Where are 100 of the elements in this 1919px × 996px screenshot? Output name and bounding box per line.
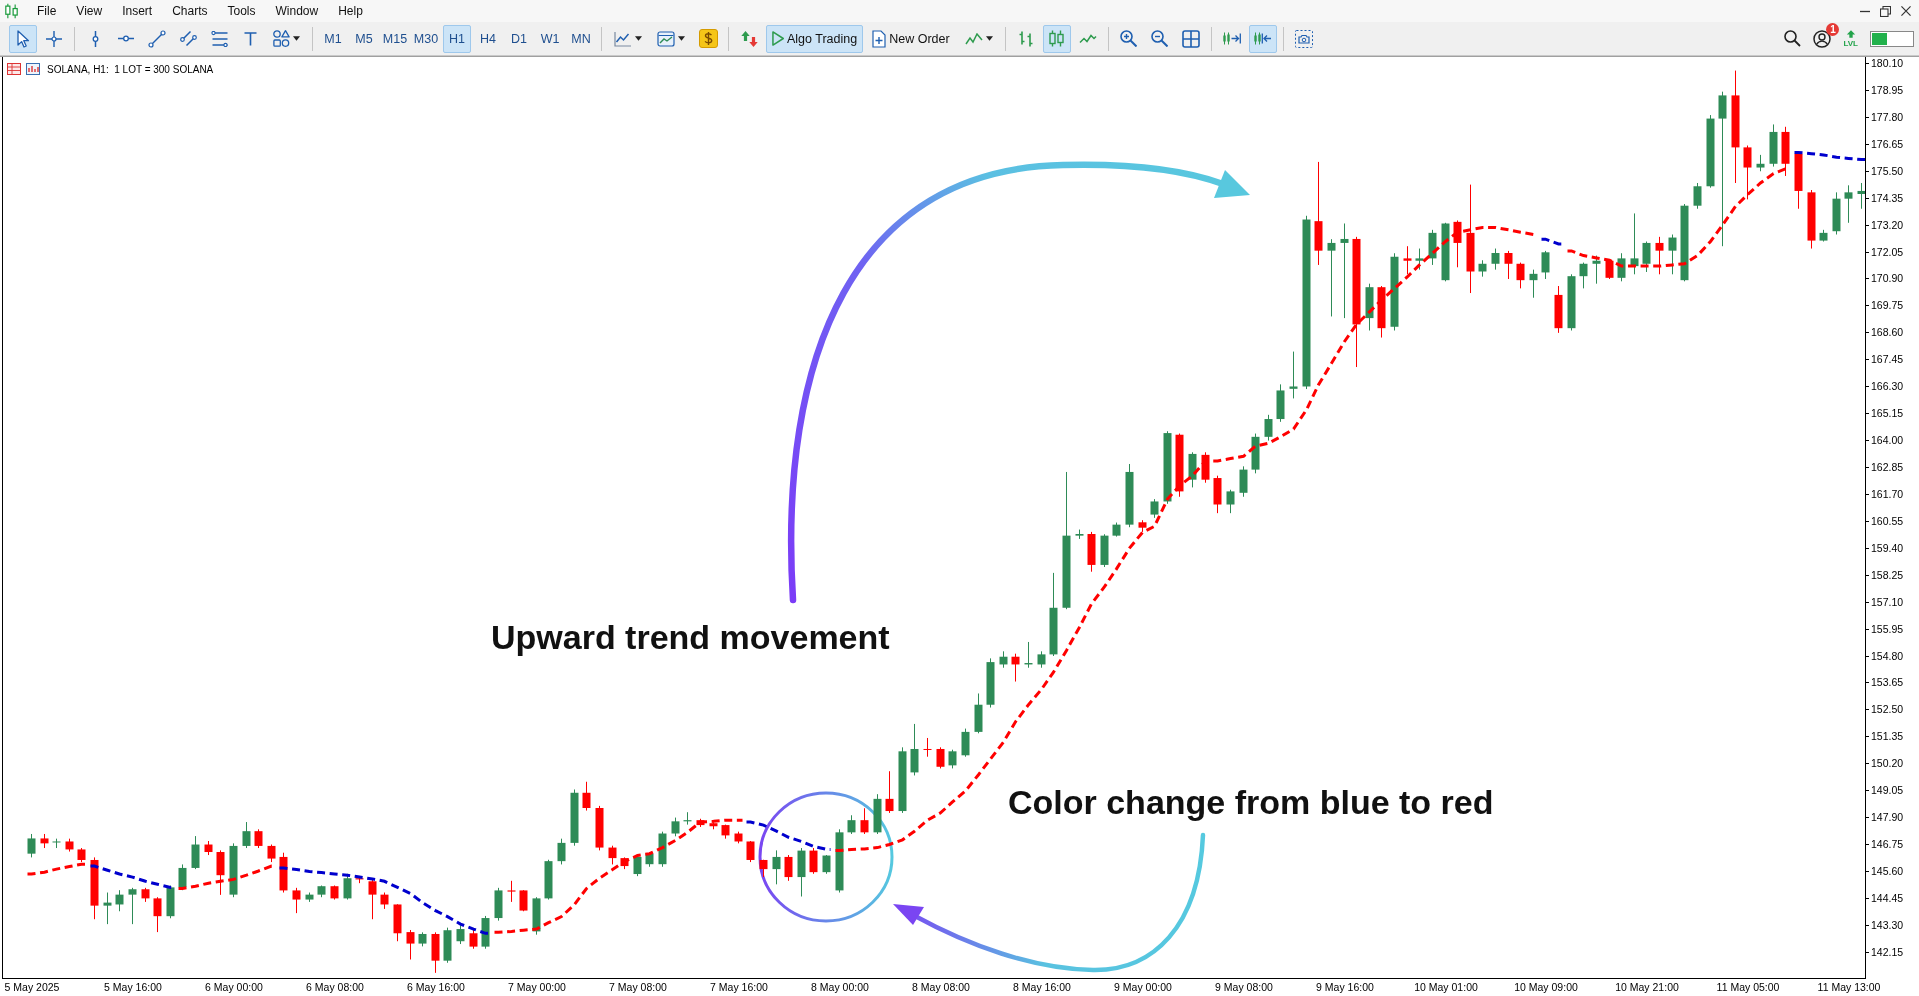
candle — [1175, 433, 1184, 498]
candle — [103, 892, 112, 925]
candle — [910, 723, 919, 776]
candle — [658, 831, 667, 868]
up-down-arrows-icon — [740, 30, 758, 47]
menu-item[interactable]: Insert — [112, 1, 163, 21]
timeframe-tab[interactable]: H4 — [474, 24, 502, 53]
candle — [519, 889, 528, 912]
menu-item[interactable]: File — [27, 1, 67, 21]
candle — [557, 838, 566, 865]
timeframe-tab[interactable]: M30 — [412, 24, 440, 53]
up-arrow-icon — [1845, 29, 1856, 38]
candle — [1844, 184, 1853, 224]
restore-icon[interactable] — [1880, 5, 1891, 17]
close-icon[interactable] — [1901, 6, 1911, 16]
candle — [279, 852, 288, 894]
candle — [267, 844, 276, 863]
candle — [1605, 259, 1614, 280]
time-axis-label: 5 May 2025 — [4, 981, 60, 994]
candle — [469, 929, 478, 950]
candle — [1491, 248, 1500, 271]
menu-item[interactable]: View — [66, 1, 113, 21]
candle — [721, 824, 730, 840]
minimize-icon[interactable] — [1860, 9, 1870, 13]
price-axis-label: 178.95 — [1866, 84, 1904, 97]
timeframe-tab[interactable]: MN — [567, 24, 595, 53]
candle — [368, 878, 377, 920]
line-chart-icon — [1078, 33, 1097, 44]
candlesticks-button[interactable] — [1042, 24, 1071, 53]
candle — [948, 749, 957, 769]
candle — [355, 875, 364, 884]
candle — [52, 838, 61, 849]
candle — [1567, 273, 1576, 331]
menu-item[interactable]: Tools — [217, 1, 266, 21]
zoom-out-icon — [1151, 30, 1169, 47]
connection-meter-icon — [1870, 30, 1914, 47]
horizontal-levels-icon — [210, 30, 228, 47]
candle — [709, 821, 718, 830]
timeframe-tab[interactable]: M15 — [381, 24, 409, 53]
search-icon[interactable] — [1784, 30, 1802, 47]
candle — [759, 859, 768, 878]
zigzag-line-icon — [964, 32, 983, 45]
menu-item[interactable]: Window — [265, 1, 329, 21]
shapes-icon — [273, 30, 290, 47]
candles-arrow-right-icon — [1222, 32, 1241, 45]
price-axis-label: 157.10 — [1866, 595, 1904, 609]
candle — [1011, 653, 1020, 683]
timeframe-tab[interactable]: H1 — [443, 24, 471, 53]
menu-item[interactable]: Help — [328, 1, 373, 21]
line-chart-icon — [614, 30, 632, 47]
timeframe-tab[interactable]: M5 — [350, 24, 378, 53]
candle — [40, 833, 49, 849]
candle — [77, 847, 86, 863]
candle — [292, 887, 301, 914]
candle — [1579, 262, 1588, 289]
candle — [1403, 245, 1412, 275]
candle — [1112, 522, 1121, 538]
candle — [418, 931, 427, 947]
candle — [216, 849, 225, 896]
account-icon[interactable] — [1813, 29, 1832, 48]
candle — [746, 840, 755, 863]
new-order-button[interactable]: New Order — [866, 24, 956, 53]
candle — [166, 885, 175, 919]
candle — [1819, 229, 1828, 243]
candle — [330, 885, 339, 901]
cursor-button[interactable] — [9, 24, 37, 53]
candle — [1441, 222, 1450, 282]
candle — [835, 828, 844, 894]
candlestick-logo-icon — [5, 3, 18, 19]
candle — [1668, 234, 1677, 275]
candle — [1289, 351, 1298, 399]
candle — [1251, 433, 1260, 474]
timeframe-tab[interactable]: M1 — [319, 24, 347, 53]
time-axis-label: 6 May 08:00 — [306, 981, 364, 994]
menu-item[interactable]: Charts — [162, 1, 218, 21]
time-axis-label: 9 May 08:00 — [1215, 981, 1273, 994]
candle — [608, 845, 617, 865]
candle — [1832, 191, 1841, 235]
price-axis-label: 154.80 — [1866, 649, 1904, 663]
timeframe-tab[interactable]: W1 — [536, 24, 564, 53]
candle — [1075, 529, 1084, 540]
candle — [1428, 229, 1437, 266]
camera-icon — [1294, 29, 1313, 48]
price-axis-label: 167.45 — [1866, 353, 1904, 367]
time-axis-label: 6 May 00:00 — [205, 981, 263, 994]
vertical-line-icon — [91, 29, 99, 48]
chart-shift-button[interactable] — [1248, 24, 1277, 53]
price-axis-label: 145.60 — [1866, 864, 1904, 878]
annotation-text: Upward trend movement — [491, 617, 890, 657]
candle — [494, 887, 503, 922]
price-axis-label: 160.55 — [1866, 514, 1904, 528]
parallel-lines-icon — [179, 30, 197, 47]
timeframe-tab[interactable]: D1 — [505, 24, 533, 53]
candle — [1807, 189, 1816, 250]
time-axis-label: 6 May 16:00 — [407, 981, 465, 994]
candle — [683, 811, 692, 826]
price-axis-label: 175.50 — [1866, 164, 1904, 178]
algo-trading-button[interactable]: Algo Trading — [766, 24, 864, 53]
candle — [961, 728, 970, 758]
candle — [1138, 519, 1147, 533]
